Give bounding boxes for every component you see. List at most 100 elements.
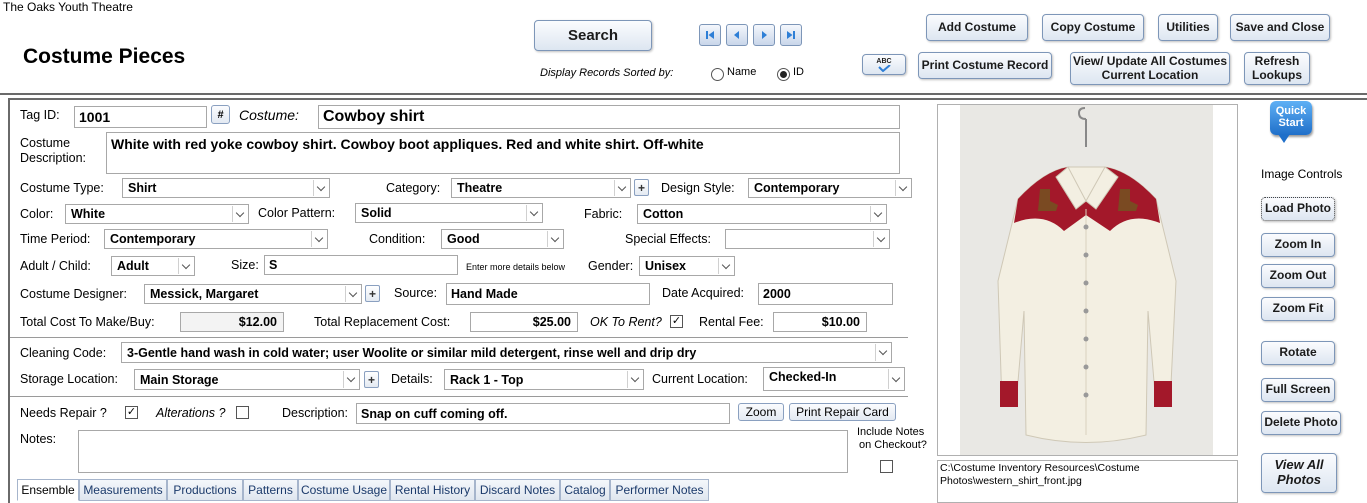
chevron-down-icon	[311, 231, 326, 247]
alterations-checkbox[interactable]	[236, 406, 249, 419]
chevron-down-icon	[627, 371, 642, 388]
tab-ensemble[interactable]: Ensemble	[17, 479, 79, 501]
tab-patterns[interactable]: Patterns	[243, 479, 298, 501]
zoom-in-button[interactable]: Zoom In	[1261, 233, 1335, 257]
replacement-cost-field[interactable]: $25.00	[470, 312, 578, 332]
total-cost-field[interactable]: $12.00	[180, 312, 284, 332]
copy-costume-button[interactable]: Copy Costume	[1042, 14, 1144, 41]
sort-id-radio[interactable]	[777, 68, 790, 81]
prev-record-button[interactable]	[726, 24, 748, 46]
rental-fee-label: Rental Fee:	[699, 315, 764, 329]
chevron-down-icon	[178, 258, 193, 274]
save-close-button[interactable]: Save and Close	[1230, 14, 1330, 41]
sort-name-radio[interactable]	[711, 68, 724, 81]
full-screen-button[interactable]: Full Screen	[1261, 378, 1335, 402]
category-select[interactable]: Theatre	[451, 178, 631, 198]
chevron-down-icon	[873, 231, 888, 247]
fabric-label: Fabric:	[584, 207, 623, 221]
chevron-down-icon	[232, 206, 247, 222]
load-photo-button[interactable]: Load Photo	[1261, 197, 1335, 221]
tab-performer-notes[interactable]: Performer Notes	[610, 479, 709, 501]
needs-repair-label: Needs Repair ?	[20, 406, 107, 420]
description-field[interactable]: White with red yoke cowboy shirt. Cowboy…	[106, 132, 900, 174]
tag-id-generate-button[interactable]: #	[211, 105, 230, 124]
needs-repair-checkbox[interactable]: ✓	[125, 406, 138, 419]
gender-select[interactable]: Unisex	[639, 256, 735, 276]
special-effects-select[interactable]	[725, 229, 890, 249]
total-cost-label: Total Cost To Make/Buy:	[20, 315, 155, 329]
designer-select[interactable]: Messick, Margaret	[144, 284, 362, 304]
tab-catalog[interactable]: Catalog	[560, 479, 610, 501]
section-divider	[10, 337, 908, 338]
details-select[interactable]: Rack 1 - Top	[444, 369, 644, 390]
source-label: Source:	[394, 286, 438, 300]
source-field[interactable]: Hand Made	[446, 283, 650, 305]
chevron-down-icon	[888, 369, 903, 389]
spellcheck-button[interactable]: ABC	[862, 54, 906, 75]
add-category-button[interactable]: +	[634, 179, 649, 196]
rental-fee-field[interactable]: $10.00	[773, 312, 867, 332]
time-period-label: Time Period:	[20, 232, 91, 246]
include-notes-checkbox[interactable]	[880, 460, 893, 473]
next-record-button[interactable]	[753, 24, 775, 46]
color-pattern-select[interactable]: Solid	[355, 203, 543, 223]
adult-child-select[interactable]: Adult	[111, 256, 195, 276]
storage-location-select[interactable]: Main Storage	[134, 369, 360, 390]
designer-label: Costume Designer:	[20, 287, 127, 301]
tab-rental-history[interactable]: Rental History	[390, 479, 475, 501]
tag-id-field[interactable]: 1001	[74, 106, 207, 128]
last-record-button[interactable]	[780, 24, 802, 46]
delete-photo-button[interactable]: Delete Photo	[1261, 411, 1341, 435]
tag-id-label: Tag ID:	[20, 108, 60, 122]
rotate-button[interactable]: Rotate	[1261, 341, 1335, 365]
chevron-down-icon	[313, 180, 328, 196]
chevron-down-icon	[895, 180, 910, 196]
size-field[interactable]: S	[264, 255, 458, 275]
notes-field[interactable]	[78, 430, 848, 473]
print-repair-card-button[interactable]: Print Repair Card	[789, 403, 896, 421]
current-location-label: Current Location:	[652, 372, 748, 386]
replacement-cost-label: Total Replacement Cost:	[314, 315, 451, 329]
view-update-locations-button[interactable]: View/ Update All Costumes Current Locati…	[1070, 52, 1230, 85]
spellcheck-icon: ABC	[876, 58, 892, 72]
current-location-select[interactable]: Checked-In	[763, 367, 905, 391]
time-period-select[interactable]: Contemporary	[104, 229, 328, 249]
refresh-lookups-button[interactable]: Refresh Lookups	[1244, 52, 1310, 85]
costume-name-field[interactable]: Cowboy shirt	[318, 105, 900, 129]
fabric-select[interactable]: Cotton	[637, 204, 887, 224]
ok-rent-label: OK To Rent?	[590, 315, 662, 329]
print-record-button[interactable]: Print Costume Record	[918, 52, 1052, 79]
desc-label-1: Costume	[20, 136, 71, 150]
tab-discard-notes[interactable]: Discard Notes	[475, 479, 560, 501]
view-all-photos-button[interactable]: View All Photos	[1261, 453, 1337, 493]
alterations-label: Alterations ?	[156, 406, 226, 420]
first-record-button[interactable]	[699, 24, 721, 46]
tab-costume-usage[interactable]: Costume Usage	[298, 479, 390, 501]
zoom-notes-button[interactable]: Zoom	[738, 403, 784, 421]
date-acquired-field[interactable]: 2000	[758, 283, 893, 305]
add-costume-button[interactable]: Add Costume	[926, 14, 1028, 41]
design-style-select[interactable]: Contemporary	[748, 178, 912, 198]
repair-description-field[interactable]: Snap on cuff coming off.	[356, 403, 730, 424]
next-record-icon	[762, 31, 767, 39]
ok-rent-checkbox[interactable]: ✓	[670, 315, 683, 328]
category-label: Category:	[386, 181, 441, 195]
costume-type-select[interactable]: Shirt	[122, 178, 330, 198]
utilities-button[interactable]: Utilities	[1158, 14, 1218, 41]
condition-select[interactable]: Good	[441, 229, 564, 249]
color-select[interactable]: White	[65, 204, 249, 224]
tab-productions[interactable]: Productions	[167, 479, 243, 501]
zoom-fit-button[interactable]: Zoom Fit	[1261, 297, 1335, 321]
sort-label: Display Records Sorted by:	[540, 67, 674, 79]
page-title: Costume Pieces	[23, 45, 186, 68]
cleaning-code-select[interactable]: 3-Gentle hand wash in cold water; user W…	[121, 342, 892, 363]
add-storage-button[interactable]: +	[364, 371, 379, 388]
search-button[interactable]: Search	[534, 20, 652, 51]
quick-start-button[interactable]: Quick Start	[1270, 101, 1312, 135]
zoom-out-button[interactable]: Zoom Out	[1261, 264, 1335, 288]
quick-start-tail-icon	[1278, 134, 1290, 143]
add-designer-button[interactable]: +	[365, 285, 380, 302]
tab-measurements[interactable]: Measurements	[79, 479, 167, 501]
special-effects-label: Special Effects:	[625, 232, 711, 246]
gender-label: Gender:	[588, 259, 634, 273]
